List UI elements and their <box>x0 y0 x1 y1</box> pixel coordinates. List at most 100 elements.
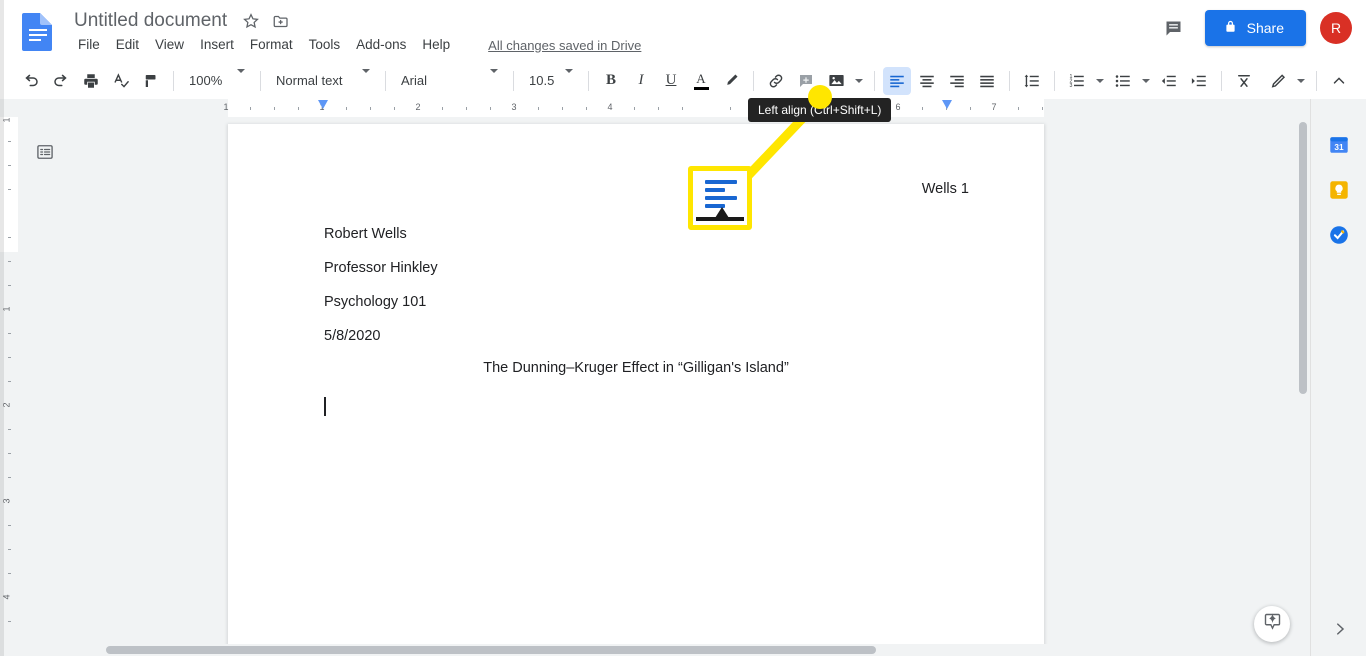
font-family-select[interactable]: Arial <box>393 68 506 94</box>
menu-edit[interactable]: Edit <box>108 34 147 56</box>
undo-icon[interactable] <box>17 67 45 95</box>
toolbar-divider <box>1316 70 1317 91</box>
horizontal-ruler[interactable]: 1 1 2 3 4 6 7 <box>0 99 1310 117</box>
share-button[interactable]: Share <box>1204 10 1306 46</box>
window-left-edge <box>0 0 4 656</box>
save-status-link[interactable]: All changes saved in Drive <box>488 38 641 53</box>
formatting-toolbar: 100% Normal text Arial 10.5 B I U A 1 2 … <box>0 62 1366 99</box>
explore-star-icon <box>1262 611 1283 637</box>
doc-line: Professor Hinkley <box>324 260 438 276</box>
comment-history-icon[interactable] <box>1157 11 1191 45</box>
line-spacing-icon[interactable] <box>1018 67 1046 95</box>
toolbar-divider <box>385 70 386 91</box>
align-justify-button[interactable] <box>973 67 1001 95</box>
insert-link-icon[interactable] <box>762 67 790 95</box>
google-tasks-icon[interactable] <box>1327 223 1351 247</box>
align-left-magnified-icon <box>688 166 752 230</box>
google-docs-window: Untitled document File Edit View Insert … <box>0 0 1366 656</box>
page-header-text: Wells 1 <box>921 181 969 197</box>
menu-insert[interactable]: Insert <box>192 34 242 56</box>
ruler-number: 7 <box>991 102 997 112</box>
vertical-scrollbar-thumb[interactable] <box>1299 122 1307 394</box>
menu-view[interactable]: View <box>147 34 192 56</box>
clear-formatting-icon[interactable] <box>1230 67 1258 95</box>
toolbar-divider <box>874 70 875 91</box>
menu-addons[interactable]: Add-ons <box>348 34 414 56</box>
menu-tools[interactable]: Tools <box>301 34 349 56</box>
editing-mode-dropdown[interactable] <box>1294 67 1308 95</box>
redo-icon[interactable] <box>47 67 75 95</box>
menu-format[interactable]: Format <box>242 34 301 56</box>
docs-file-icon[interactable] <box>20 11 56 51</box>
text-color-button[interactable]: A <box>687 67 715 95</box>
horizontal-scrollbar-thumb[interactable] <box>106 646 876 654</box>
print-icon[interactable] <box>77 67 105 95</box>
insert-image-dropdown[interactable] <box>852 67 866 95</box>
document-title[interactable]: Untitled document <box>70 8 231 34</box>
numbered-list-dropdown[interactable] <box>1093 67 1107 95</box>
toolbar-right-group <box>1263 67 1366 95</box>
zoom-level-value: 100% <box>189 73 223 88</box>
svg-text:31: 31 <box>1334 143 1344 152</box>
align-right-button[interactable] <box>943 67 971 95</box>
document-outline-icon[interactable] <box>32 139 58 165</box>
chevron-down-icon <box>484 69 504 88</box>
paragraph-style-select[interactable]: Normal text <box>268 68 378 94</box>
side-panel-rail: 31 <box>1310 99 1366 656</box>
bulleted-list-icon[interactable] <box>1109 67 1137 95</box>
ruler-number: 4 <box>607 102 613 112</box>
text-caret <box>324 397 326 416</box>
toolbar-divider <box>260 70 261 91</box>
collapse-toolbar-icon[interactable] <box>1325 67 1353 95</box>
zoom-level-select[interactable]: 100% <box>181 68 253 94</box>
bulleted-list-dropdown[interactable] <box>1139 67 1153 95</box>
toolbar-divider <box>753 70 754 91</box>
star-outline-icon[interactable] <box>241 11 261 31</box>
chevron-down-icon <box>559 69 579 88</box>
doc-paper-title: The Dunning–Kruger Effect in “Gilligan's… <box>483 360 789 376</box>
ruler-number: 1 <box>223 102 229 112</box>
ruler-number: 6 <box>895 102 901 112</box>
explore-button[interactable] <box>1254 606 1290 642</box>
increase-indent-icon[interactable] <box>1185 67 1213 95</box>
text-color-swatch <box>693 86 709 90</box>
highlight-pen-icon[interactable] <box>717 67 745 95</box>
ruler-ticks: 1 1 2 3 4 6 7 <box>0 99 1310 117</box>
menu-file[interactable]: File <box>70 34 108 56</box>
document-page[interactable]: Wells 1 Robert Wells Professor Hinkley P… <box>228 124 1044 656</box>
share-button-label: Share <box>1246 20 1284 36</box>
italic-button[interactable]: I <box>627 67 655 95</box>
move-to-folder-icon[interactable] <box>271 11 291 31</box>
font-size-value: 10.5 <box>529 73 555 88</box>
bold-label: B <box>605 72 616 88</box>
header-actions: Share R <box>1157 10 1352 46</box>
font-size-select[interactable]: 10.5 <box>521 68 581 94</box>
google-keep-icon[interactable] <box>1327 178 1351 202</box>
doc-line: 5/8/2020 <box>324 328 381 344</box>
toolbar-divider <box>1054 70 1055 91</box>
decrease-indent-icon[interactable] <box>1155 67 1183 95</box>
numbered-list-icon[interactable]: 1 2 3 <box>1063 67 1091 95</box>
spellcheck-icon[interactable] <box>107 67 135 95</box>
bold-button[interactable]: B <box>597 67 625 95</box>
font-family-value: Arial <box>401 73 428 88</box>
doc-line: Robert Wells <box>324 226 407 242</box>
chevron-right-icon[interactable] <box>1329 618 1351 640</box>
google-calendar-icon[interactable]: 31 <box>1327 133 1351 157</box>
menu-help[interactable]: Help <box>414 34 458 56</box>
document-title-row: Untitled document <box>70 8 291 34</box>
avatar[interactable]: R <box>1320 12 1352 44</box>
toolbar-divider <box>1221 70 1222 91</box>
align-left-button[interactable] <box>883 66 911 95</box>
toolbar-divider <box>1009 70 1010 91</box>
highlight-dot <box>808 85 832 109</box>
paint-format-icon[interactable] <box>137 67 165 95</box>
underline-label: U <box>665 72 677 88</box>
align-center-button[interactable] <box>913 67 941 95</box>
paragraph-style-value: Normal text <box>276 73 343 88</box>
italic-label: I <box>638 72 644 88</box>
menu-bar: File Edit View Insert Format Tools Add-o… <box>70 34 641 56</box>
underline-button[interactable]: U <box>657 67 685 95</box>
chevron-down-icon <box>231 69 251 88</box>
editing-pencil-icon[interactable] <box>1264 67 1292 95</box>
